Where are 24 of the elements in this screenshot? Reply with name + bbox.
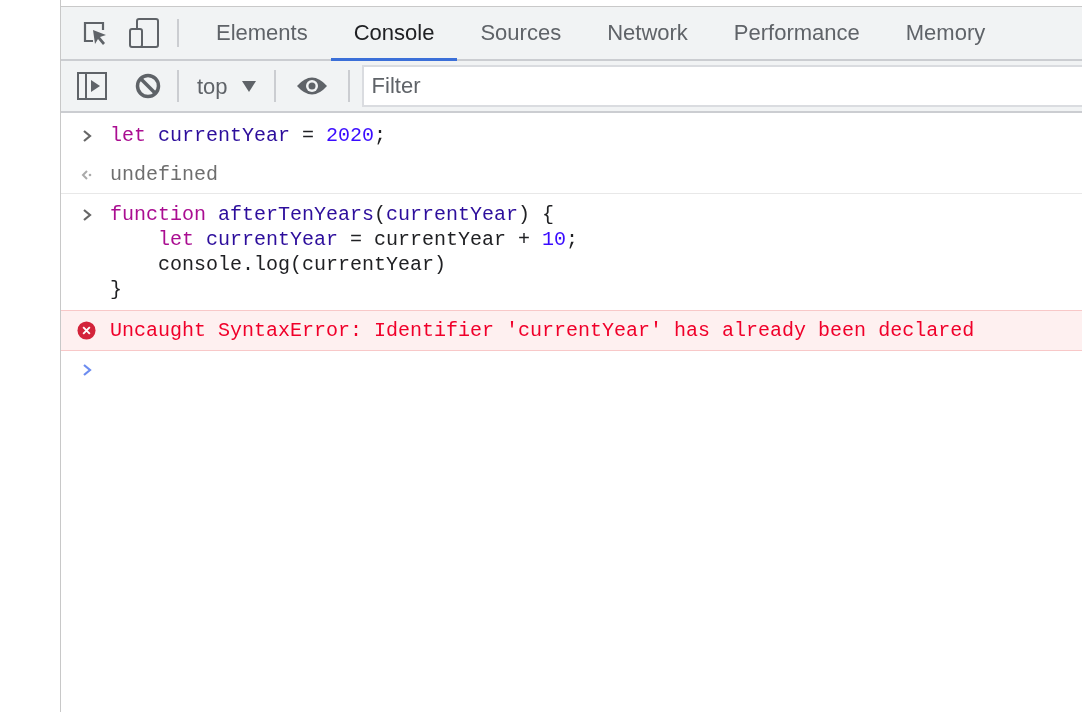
code-line: console.log(currentYear) — [157, 252, 448, 277]
devtools-tab[interactable]: Sources — [457, 7, 585, 61]
prompt-chevron-icon — [81, 363, 93, 377]
eye-icon[interactable] — [295, 75, 328, 97]
input-chevron-icon — [81, 208, 93, 222]
filter-field[interactable]: Filter — [361, 65, 1082, 107]
result-text: undefined — [110, 162, 219, 187]
devtools-tab[interactable]: Elements — [193, 7, 331, 61]
code-line: } — [110, 277, 123, 302]
devtools-tab[interactable]: Performance — [710, 7, 883, 61]
sidebar-toggle-icon[interactable] — [77, 72, 107, 100]
return-arrow-icon — [79, 167, 93, 182]
code-line: let currentYear = 2020; — [110, 123, 387, 148]
error-icon — [77, 321, 96, 340]
device-toolbar-icon[interactable] — [129, 18, 159, 48]
devtools-tab[interactable]: Network — [584, 7, 711, 61]
error-text: Uncaught SyntaxError: Identifier 'currentYear' has already been declared — [110, 318, 975, 343]
code-line: function afterTenYears(currentYear) { — [110, 202, 556, 227]
context-dropdown[interactable]: top — [179, 69, 274, 103]
input-chevron-icon — [81, 129, 93, 143]
code-line: let currentYear = currentYear + 10; — [157, 227, 579, 252]
devtools-tab[interactable]: Memory — [882, 7, 1009, 61]
clear-console-icon[interactable] — [135, 73, 161, 99]
caret-icon — [241, 80, 256, 92]
